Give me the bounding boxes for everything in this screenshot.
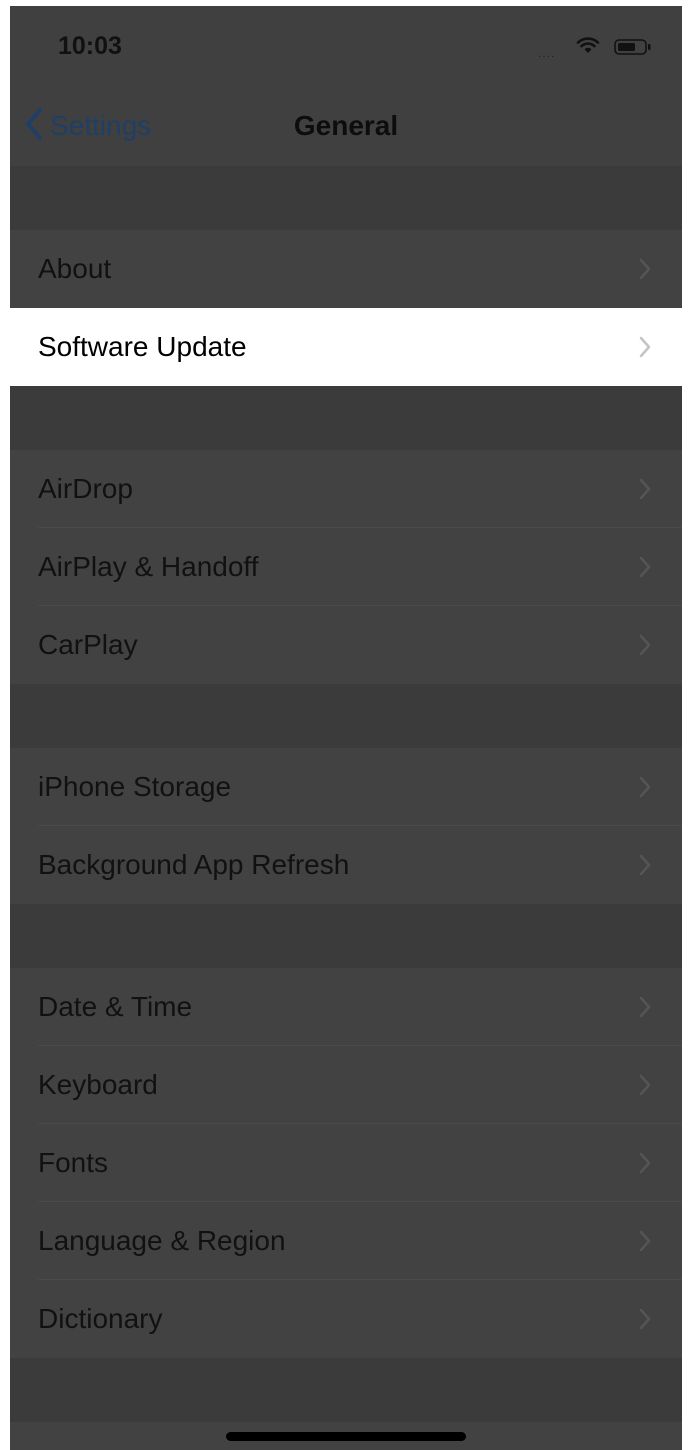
row-carplay[interactable]: CarPlay bbox=[10, 606, 682, 684]
chevron-right-icon bbox=[638, 1151, 652, 1180]
chevron-right-icon bbox=[638, 775, 652, 804]
row-label: Language & Region bbox=[38, 1225, 286, 1256]
row-label: Keyboard bbox=[38, 1069, 158, 1100]
row-software-update[interactable]: Software Update bbox=[10, 308, 682, 386]
row-label: CarPlay bbox=[38, 629, 138, 660]
row-airplay-handoff[interactable]: AirPlay & Handoff bbox=[10, 528, 682, 606]
chevron-right-icon bbox=[638, 853, 652, 882]
row-airdrop[interactable]: AirDrop bbox=[10, 450, 682, 528]
section-spacer bbox=[10, 904, 682, 968]
row-label: About bbox=[38, 253, 112, 284]
chevron-right-icon bbox=[638, 1229, 652, 1258]
chevron-right-icon bbox=[638, 477, 652, 506]
navigation-bar: Settings General bbox=[10, 90, 682, 166]
row-about[interactable]: About bbox=[10, 230, 682, 308]
status-time: 10:03 bbox=[58, 32, 122, 60]
page-title: General bbox=[293, 110, 399, 141]
row-label: Dictionary bbox=[38, 1303, 163, 1334]
settings-screen: 10:03 .... Settings General About Softwa… bbox=[10, 6, 682, 1450]
chevron-right-icon bbox=[638, 633, 652, 662]
status-bar: 10:03 .... bbox=[10, 6, 682, 90]
row-label: Background App Refresh bbox=[38, 849, 350, 880]
cellular-signal-indicator: .... bbox=[538, 46, 556, 60]
row-iphone-storage[interactable]: iPhone Storage bbox=[10, 748, 682, 826]
chevron-right-icon bbox=[638, 995, 652, 1024]
row-label: Software Update bbox=[38, 331, 247, 362]
chevron-right-icon bbox=[638, 335, 652, 364]
section-spacer bbox=[10, 386, 682, 450]
wifi-icon bbox=[576, 36, 600, 59]
row-label: Fonts bbox=[38, 1147, 109, 1178]
battery-icon bbox=[614, 39, 652, 60]
row-date-time[interactable]: Date & Time bbox=[10, 968, 682, 1046]
chevron-right-icon bbox=[638, 555, 652, 584]
section-spacer bbox=[10, 684, 682, 748]
row-keyboard[interactable]: Keyboard bbox=[10, 1046, 682, 1124]
row-background-app-refresh[interactable]: Background App Refresh bbox=[10, 826, 682, 904]
chevron-right-icon bbox=[638, 1073, 652, 1102]
chevron-right-icon bbox=[638, 257, 652, 286]
row-label: iPhone Storage bbox=[38, 771, 232, 802]
row-fonts[interactable]: Fonts bbox=[10, 1124, 682, 1202]
chevron-right-icon bbox=[638, 1307, 652, 1336]
row-label: Date & Time bbox=[38, 991, 193, 1022]
row-dictionary[interactable]: Dictionary bbox=[10, 1280, 682, 1358]
row-label: AirPlay & Handoff bbox=[38, 551, 259, 582]
section-spacer bbox=[10, 166, 682, 230]
home-indicator[interactable] bbox=[226, 1432, 466, 1441]
row-label: AirDrop bbox=[38, 473, 133, 504]
row-language-region[interactable]: Language & Region bbox=[10, 1202, 682, 1280]
section-spacer bbox=[10, 1358, 682, 1422]
